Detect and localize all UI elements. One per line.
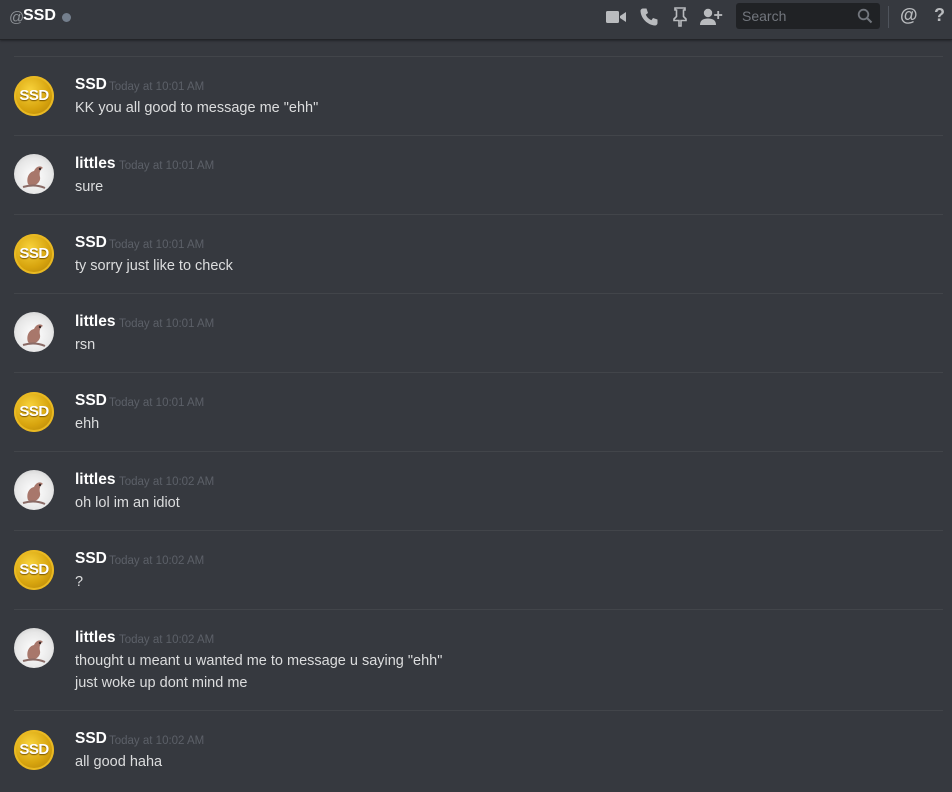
avatar-text: SSD: [19, 403, 49, 420]
message-text: KK you all good to message me "ehh": [75, 100, 319, 116]
channel-name[interactable]: SSD: [23, 7, 56, 25]
avatar-text: SSD: [19, 245, 49, 262]
message-item: SSD SSD Today at 10:01 AM KK you all goo…: [14, 56, 943, 135]
message-author[interactable]: littles: [75, 471, 115, 489]
message-author[interactable]: SSD: [75, 730, 107, 748]
avatar[interactable]: SSD: [14, 550, 54, 590]
avatar[interactable]: [14, 470, 54, 510]
message-text: ?: [75, 574, 84, 590]
message-text: ty sorry just like to check: [75, 258, 233, 274]
search-input[interactable]: [736, 3, 858, 29]
bird-avatar-icon: [22, 482, 46, 505]
message-timestamp: Today at 10:01 AM: [119, 160, 215, 172]
message-author[interactable]: SSD: [75, 76, 107, 94]
dm-at-symbol: @: [9, 9, 25, 26]
video-call-icon[interactable]: [604, 6, 628, 28]
avatar[interactable]: SSD: [14, 76, 54, 116]
message-item: SSD SSD Today at 10:02 AM ?: [14, 530, 943, 609]
channel-header: @ SSD @ ?: [0, 0, 952, 40]
status-indicator: [62, 13, 71, 22]
message-text: oh lol im an idiot: [75, 495, 180, 511]
message-text: sure: [75, 179, 104, 195]
message-author[interactable]: SSD: [75, 550, 107, 568]
search-box[interactable]: [736, 3, 880, 29]
mentions-icon[interactable]: @: [900, 5, 918, 26]
avatar[interactable]: [14, 628, 54, 668]
message-timestamp: Today at 10:02 AM: [119, 476, 215, 488]
avatar-text: SSD: [19, 741, 49, 758]
message-item: SSD SSD Today at 10:01 AM ty sorry just …: [14, 214, 943, 293]
message-item: SSD SSD Today at 10:01 AM ehh: [14, 372, 943, 451]
message-text: rsn: [75, 337, 96, 353]
avatar[interactable]: SSD: [14, 730, 54, 770]
message-timestamp: Today at 10:01 AM: [109, 397, 205, 409]
add-friend-icon[interactable]: [699, 6, 723, 28]
help-icon[interactable]: ?: [934, 5, 945, 26]
header-divider: [888, 6, 889, 28]
message-text: all good haha: [75, 754, 163, 770]
message-author[interactable]: littles: [75, 629, 115, 647]
message-timestamp: Today at 10:02 AM: [109, 735, 205, 747]
avatar[interactable]: SSD: [14, 234, 54, 274]
message-author[interactable]: SSD: [75, 392, 107, 410]
bird-avatar-icon: [22, 640, 46, 663]
message-text: just woke up dont mind me: [75, 675, 248, 691]
bird-avatar-icon: [22, 166, 46, 189]
message-author[interactable]: littles: [75, 313, 115, 331]
message-timestamp: Today at 10:01 AM: [109, 239, 205, 251]
bird-avatar-icon: [22, 324, 46, 347]
message-item: littles Today at 10:02 AM oh lol im an i…: [14, 451, 943, 530]
avatar[interactable]: [14, 312, 54, 352]
message-item: littles Today at 10:01 AM rsn: [14, 293, 943, 372]
search-icon: [857, 8, 873, 29]
message-author[interactable]: SSD: [75, 234, 107, 252]
message-item: SSD SSD Today at 10:02 AM all good haha: [14, 710, 943, 792]
message-timestamp: Today at 10:01 AM: [119, 318, 215, 330]
message-timestamp: Today at 10:02 AM: [119, 634, 215, 646]
message-timestamp: Today at 10:02 AM: [109, 555, 205, 567]
message-author[interactable]: littles: [75, 155, 115, 173]
avatar[interactable]: SSD: [14, 392, 54, 432]
message-timestamp: Today at 10:01 AM: [109, 81, 205, 93]
pin-icon[interactable]: [668, 6, 692, 28]
avatar-text: SSD: [19, 561, 49, 578]
avatar[interactable]: [14, 154, 54, 194]
voice-call-icon[interactable]: [637, 6, 661, 28]
message-text: ehh: [75, 416, 100, 432]
message-text: thought u meant u wanted me to message u…: [75, 653, 443, 669]
avatar-text: SSD: [19, 87, 49, 104]
message-item: littles Today at 10:01 AM sure: [14, 135, 943, 214]
message-item: littles Today at 10:02 AM thought u mean…: [14, 609, 943, 710]
